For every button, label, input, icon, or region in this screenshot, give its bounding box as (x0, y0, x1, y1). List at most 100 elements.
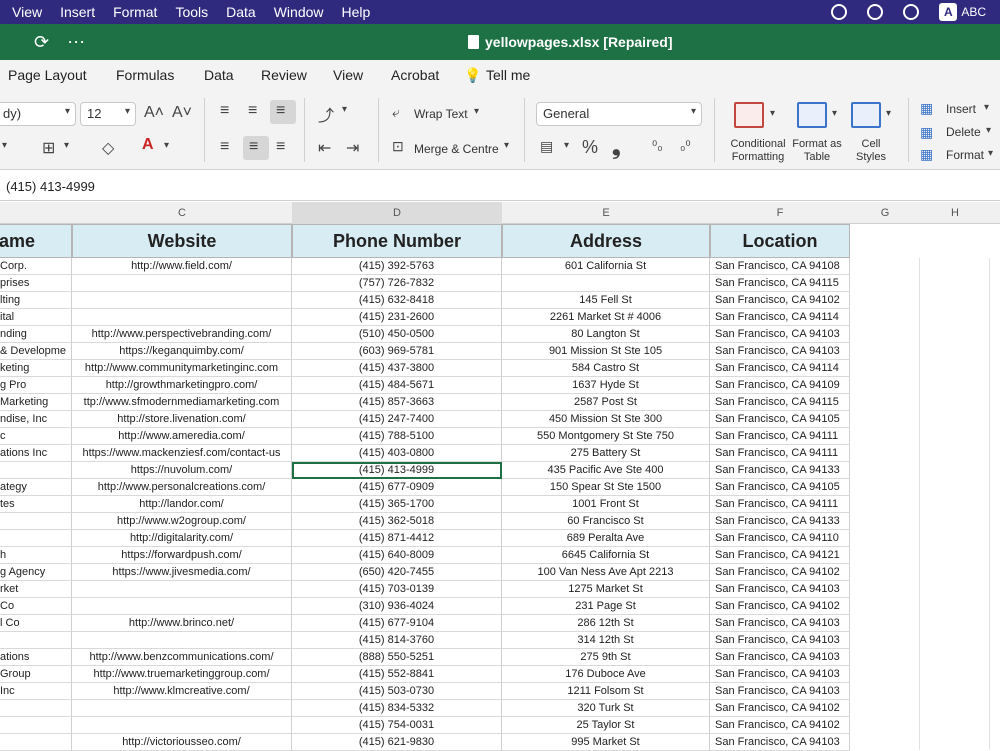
location-cell[interactable]: San Francisco, CA 94115 (710, 394, 850, 411)
website-cell[interactable]: http://store.livenation.com/ (72, 411, 292, 428)
location-cell[interactable]: San Francisco, CA 94108 (710, 258, 850, 275)
website-cell[interactable]: http://www.benzcommunications.com/ (72, 649, 292, 666)
name-cell[interactable]: tes (0, 496, 72, 513)
location-cell[interactable]: San Francisco, CA 94103 (710, 615, 850, 632)
menu-format[interactable]: Format (113, 4, 157, 20)
phone-cell[interactable]: (415) 871-4412 (292, 530, 502, 547)
address-cell[interactable]: 450 Mission St Ste 300 (502, 411, 710, 428)
menu-view[interactable]: View (12, 4, 42, 20)
website-cell[interactable]: https://www.mackenziesf.com/contact-us (72, 445, 292, 462)
address-cell[interactable]: 275 9th St (502, 649, 710, 666)
website-cell[interactable] (72, 275, 292, 292)
location-cell[interactable]: San Francisco, CA 94111 (710, 428, 850, 445)
name-cell[interactable]: ategy (0, 479, 72, 496)
phone-cell[interactable]: (415) 365-1700 (292, 496, 502, 513)
address-cell[interactable]: 80 Langton St (502, 326, 710, 343)
location-cell[interactable]: San Francisco, CA 94111 (710, 445, 850, 462)
header-cell-name[interactable]: ame (0, 224, 72, 258)
font-size-select[interactable]: 12 ▾ (80, 102, 136, 126)
address-cell[interactable]: 176 Duboce Ave (502, 666, 710, 683)
phone-cell[interactable]: (415) 247-7400 (292, 411, 502, 428)
phone-cell[interactable]: (415) 834-5332 (292, 700, 502, 717)
header-cell-address[interactable]: Address (502, 224, 710, 258)
status-circle-icon[interactable] (867, 4, 884, 20)
phone-cell[interactable]: (415) 437-3800 (292, 360, 502, 377)
chevron-down-icon[interactable]: ▾ (986, 125, 991, 136)
name-cell[interactable]: Inc (0, 683, 72, 700)
shrink-font-button[interactable]: A˅ (172, 104, 192, 122)
phone-cell[interactable]: (415) 632-8418 (292, 292, 502, 309)
decrease-decimal-icon[interactable]: ₀⁰ (680, 138, 691, 154)
header-cell-website[interactable]: Website (72, 224, 292, 258)
address-cell[interactable]: 1211 Folsom St (502, 683, 710, 700)
address-cell[interactable]: 601 California St (502, 258, 710, 275)
website-cell[interactable] (72, 632, 292, 649)
column-header-c[interactable]: C (72, 207, 292, 219)
location-cell[interactable]: San Francisco, CA 94105 (710, 411, 850, 428)
address-cell[interactable]: 286 12th St (502, 615, 710, 632)
conditional-formatting-button[interactable]: Conditional Formatting (720, 138, 796, 164)
website-cell[interactable]: ttp://www.sfmodernmediamarketing.com (72, 394, 292, 411)
address-cell[interactable]: 60 Francisco St (502, 513, 710, 530)
website-cell[interactable]: http://digitalarity.com/ (72, 530, 292, 547)
address-cell[interactable]: 150 Spear St Ste 1500 (502, 479, 710, 496)
align-left-icon[interactable]: ≡ (220, 138, 229, 156)
location-cell[interactable]: San Francisco, CA 94111 (710, 496, 850, 513)
increase-decimal-icon[interactable]: ⁰₀ (652, 138, 663, 154)
wrap-text-button[interactable]: Wrap Text (414, 107, 468, 121)
website-cell[interactable] (72, 309, 292, 326)
address-cell[interactable]: 2261 Market St # 4006 (502, 309, 710, 326)
phone-cell[interactable]: (415) 484-5671 (292, 377, 502, 394)
website-cell[interactable]: https://keganquimby.com/ (72, 343, 292, 360)
align-bottom-icon[interactable]: ≡ (276, 102, 285, 120)
name-cell[interactable]: g Agency (0, 564, 72, 581)
website-cell[interactable]: http://www.klmcreative.com/ (72, 683, 292, 700)
name-cell[interactable] (0, 530, 72, 547)
chevron-down-icon[interactable]: ▾ (342, 104, 347, 115)
orientation-icon[interactable]: ⤴ (318, 102, 334, 126)
fill-color-icon[interactable]: ◇ (102, 138, 114, 158)
phone-cell[interactable]: (603) 969-5781 (292, 343, 502, 360)
location-cell[interactable]: San Francisco, CA 94103 (710, 649, 850, 666)
location-cell[interactable]: San Francisco, CA 94103 (710, 734, 850, 751)
column-header-d[interactable]: D (292, 202, 502, 224)
address-cell[interactable]: 320 Turk St (502, 700, 710, 717)
name-cell[interactable]: keting (0, 360, 72, 377)
phone-cell[interactable]: (650) 420-7455 (292, 564, 502, 581)
name-cell[interactable]: ations (0, 649, 72, 666)
name-cell[interactable]: rket (0, 581, 72, 598)
name-cell[interactable]: ndise, Inc (0, 411, 72, 428)
borders-icon[interactable]: ⊞ (42, 138, 55, 158)
name-cell[interactable]: Group (0, 666, 72, 683)
menu-window[interactable]: Window (274, 4, 324, 20)
name-cell[interactable]: l Co (0, 615, 72, 632)
align-center-icon[interactable]: ≡ (249, 138, 258, 156)
address-cell[interactable]: 100 Van Ness Ave Apt 2213 (502, 564, 710, 581)
font-name-select[interactable]: dy) ▾ (0, 102, 76, 126)
column-header-g[interactable]: G (850, 207, 920, 219)
website-cell[interactable]: http://www.personalcreations.com/ (72, 479, 292, 496)
location-cell[interactable]: San Francisco, CA 94102 (710, 598, 850, 615)
address-cell[interactable] (502, 275, 710, 292)
format-as-table-icon[interactable] (797, 102, 827, 128)
phone-cell[interactable]: (415) 640-8009 (292, 547, 502, 564)
address-cell[interactable]: 584 Castro St (502, 360, 710, 377)
insert-button[interactable]: Insert (946, 102, 976, 116)
delete-button[interactable]: Delete (946, 125, 981, 139)
status-app-icon[interactable] (831, 4, 848, 20)
phone-cell[interactable]: (415) 552-8841 (292, 666, 502, 683)
spreadsheet-grid[interactable]: C D E F G H ame Website Phone Number Add… (0, 202, 1000, 751)
location-cell[interactable]: San Francisco, CA 94114 (710, 309, 850, 326)
phone-cell[interactable]: (415) 814-3760 (292, 632, 502, 649)
address-cell[interactable]: 1001 Front St (502, 496, 710, 513)
chevron-down-icon[interactable]: ▾ (2, 140, 7, 151)
location-cell[interactable]: San Francisco, CA 94133 (710, 462, 850, 479)
formula-bar[interactable]: (415) 413-4999 (0, 171, 1000, 201)
name-cell[interactable]: ital (0, 309, 72, 326)
phone-cell[interactable]: (415) 362-5018 (292, 513, 502, 530)
address-cell[interactable]: 275 Battery St (502, 445, 710, 462)
location-cell[interactable]: San Francisco, CA 94103 (710, 326, 850, 343)
phone-cell[interactable]: (415) 788-5100 (292, 428, 502, 445)
location-cell[interactable]: San Francisco, CA 94103 (710, 581, 850, 598)
name-cell[interactable] (0, 734, 72, 751)
